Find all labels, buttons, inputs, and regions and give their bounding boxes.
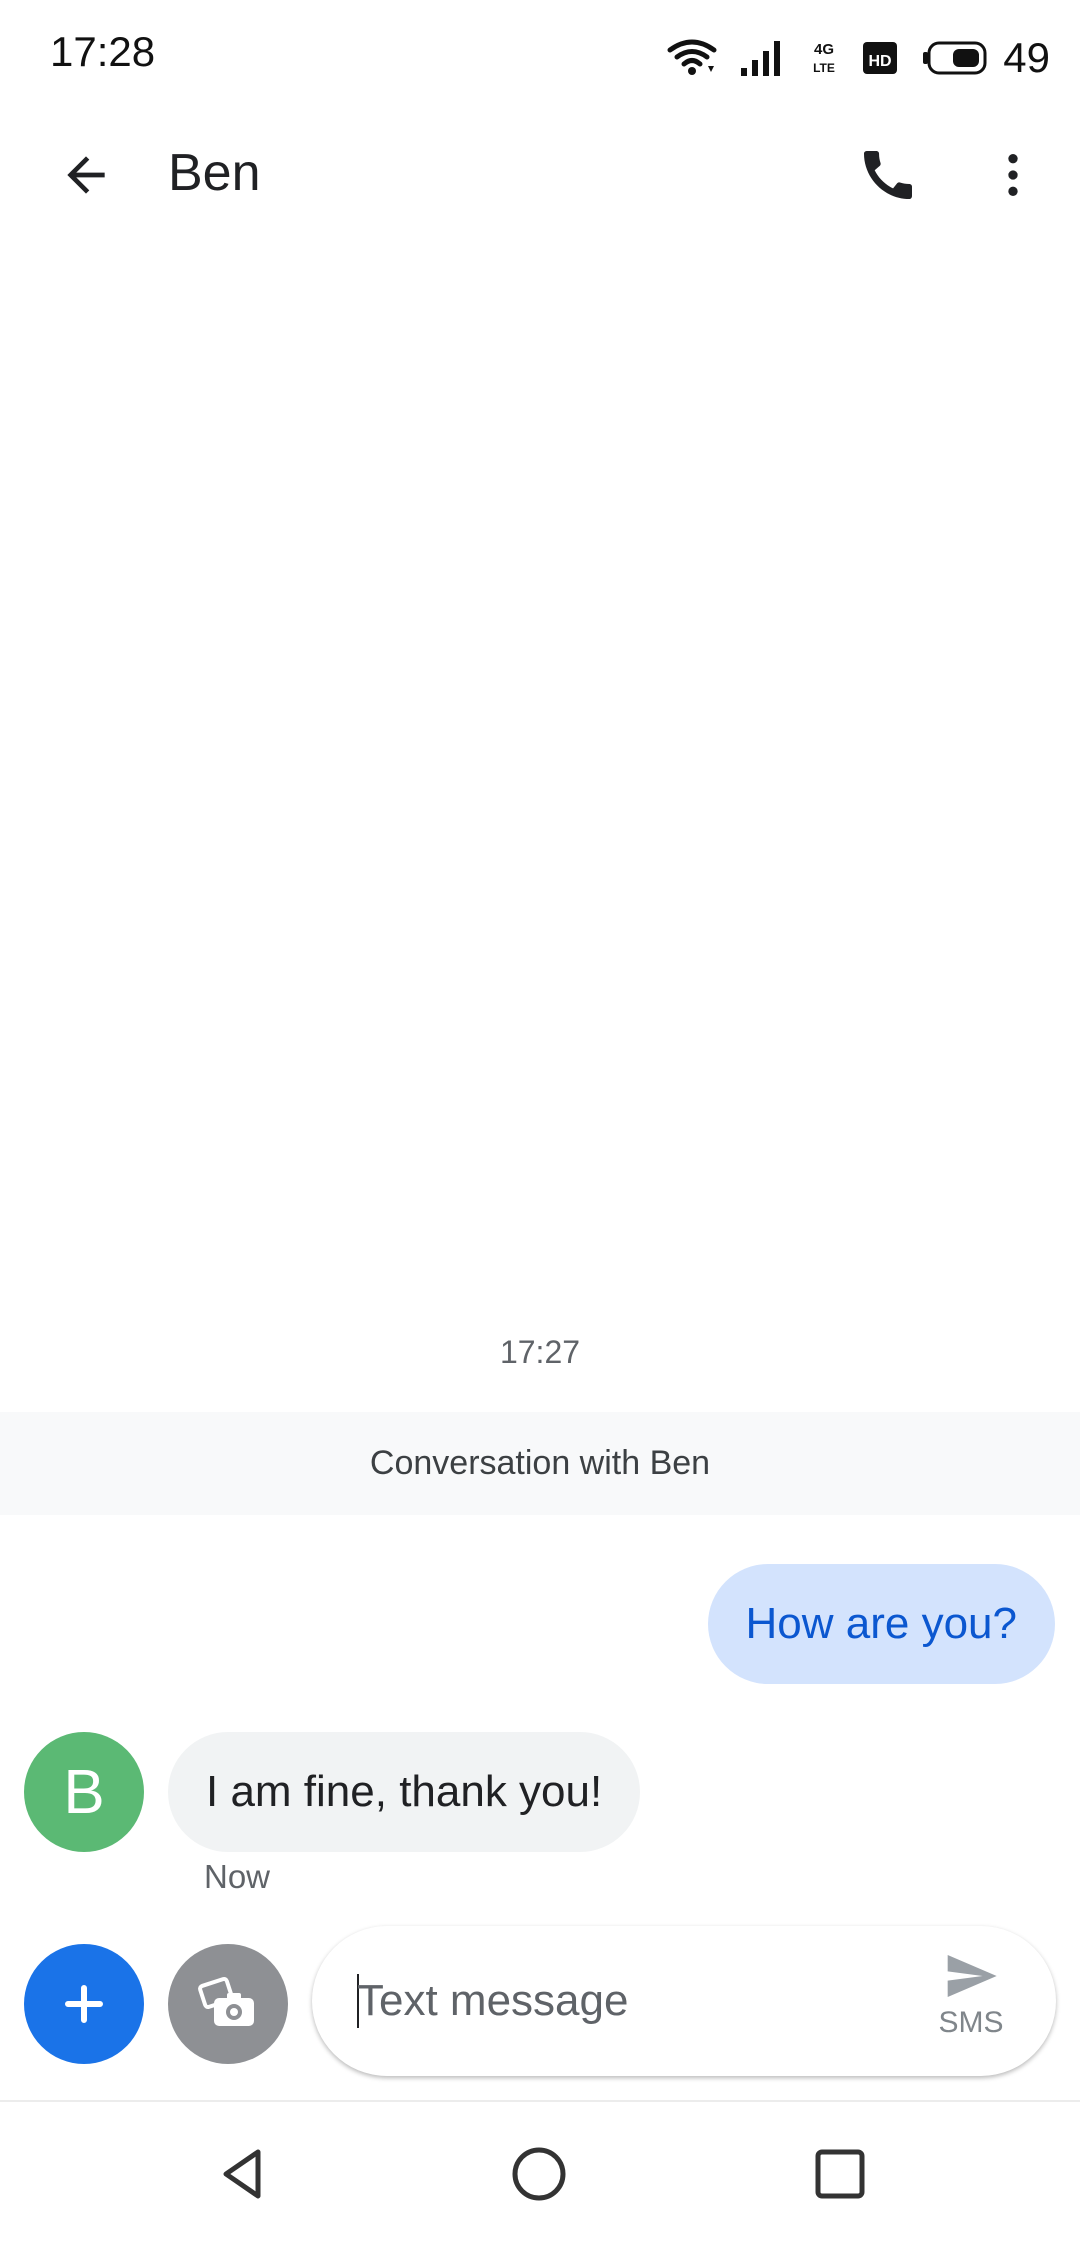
add-attachment-button[interactable]	[24, 1944, 144, 2064]
message-status: Now	[204, 1858, 271, 1895]
incoming-message-bubble[interactable]: I am fine, thank you!	[168, 1732, 641, 1852]
nav-recents-icon[interactable]	[808, 2142, 872, 2206]
svg-text:HD: HD	[869, 53, 892, 70]
wifi-icon	[667, 39, 717, 75]
send-icon	[947, 1955, 997, 1997]
battery-icon	[923, 41, 987, 75]
svg-text:4G: 4G	[814, 41, 834, 58]
arrow-back-icon	[67, 156, 105, 194]
app-bar: Ben	[0, 115, 1080, 235]
compose-field-container[interactable]: SMS	[312, 1926, 1056, 2076]
send-button[interactable]: SMS	[926, 1948, 1016, 2058]
avatar[interactable]: B	[24, 1732, 144, 1852]
send-mode-label: SMS	[938, 2006, 1004, 2039]
conversation-title: Ben	[168, 144, 261, 202]
status-time: 17:28	[50, 28, 156, 75]
incoming-message-text: I am fine, thank you!	[206, 1767, 603, 1816]
outgoing-message-bubble[interactable]: How are you?	[707, 1564, 1055, 1684]
camera-gallery-button[interactable]	[168, 1944, 288, 2064]
call-button[interactable]	[850, 137, 926, 213]
conversation-banner: Conversation with Ben	[0, 1412, 1080, 1515]
plus-icon	[65, 1985, 103, 2023]
outgoing-message-text: How are you?	[745, 1599, 1017, 1648]
nav-home-icon[interactable]	[507, 2142, 571, 2206]
battery-level: 49	[1003, 34, 1050, 81]
camera-gallery-icon	[198, 1976, 254, 2026]
avatar-initial: B	[63, 1757, 105, 1827]
system-nav-bar	[0, 2100, 1080, 2246]
conversation-banner-text: Conversation with Ben	[369, 1444, 711, 1482]
status-bar: 17:28 4G LTE HD 49	[0, 0, 1080, 115]
status-icons: 4G LTE HD 49	[667, 30, 1050, 86]
message-input[interactable]	[357, 1964, 837, 2038]
signal-icon	[741, 41, 781, 76]
phone-icon	[864, 151, 912, 199]
back-button[interactable]	[48, 137, 124, 213]
more-options-button[interactable]	[975, 137, 1051, 213]
conversation-timestamp: 17:27	[499, 1334, 581, 1370]
hd-icon: HD	[863, 42, 898, 74]
more-vert-icon	[1008, 154, 1018, 196]
svg-text:LTE: LTE	[813, 61, 835, 75]
nav-back-icon[interactable]	[210, 2142, 274, 2206]
lte-icon: 4G LTE	[813, 41, 835, 75]
